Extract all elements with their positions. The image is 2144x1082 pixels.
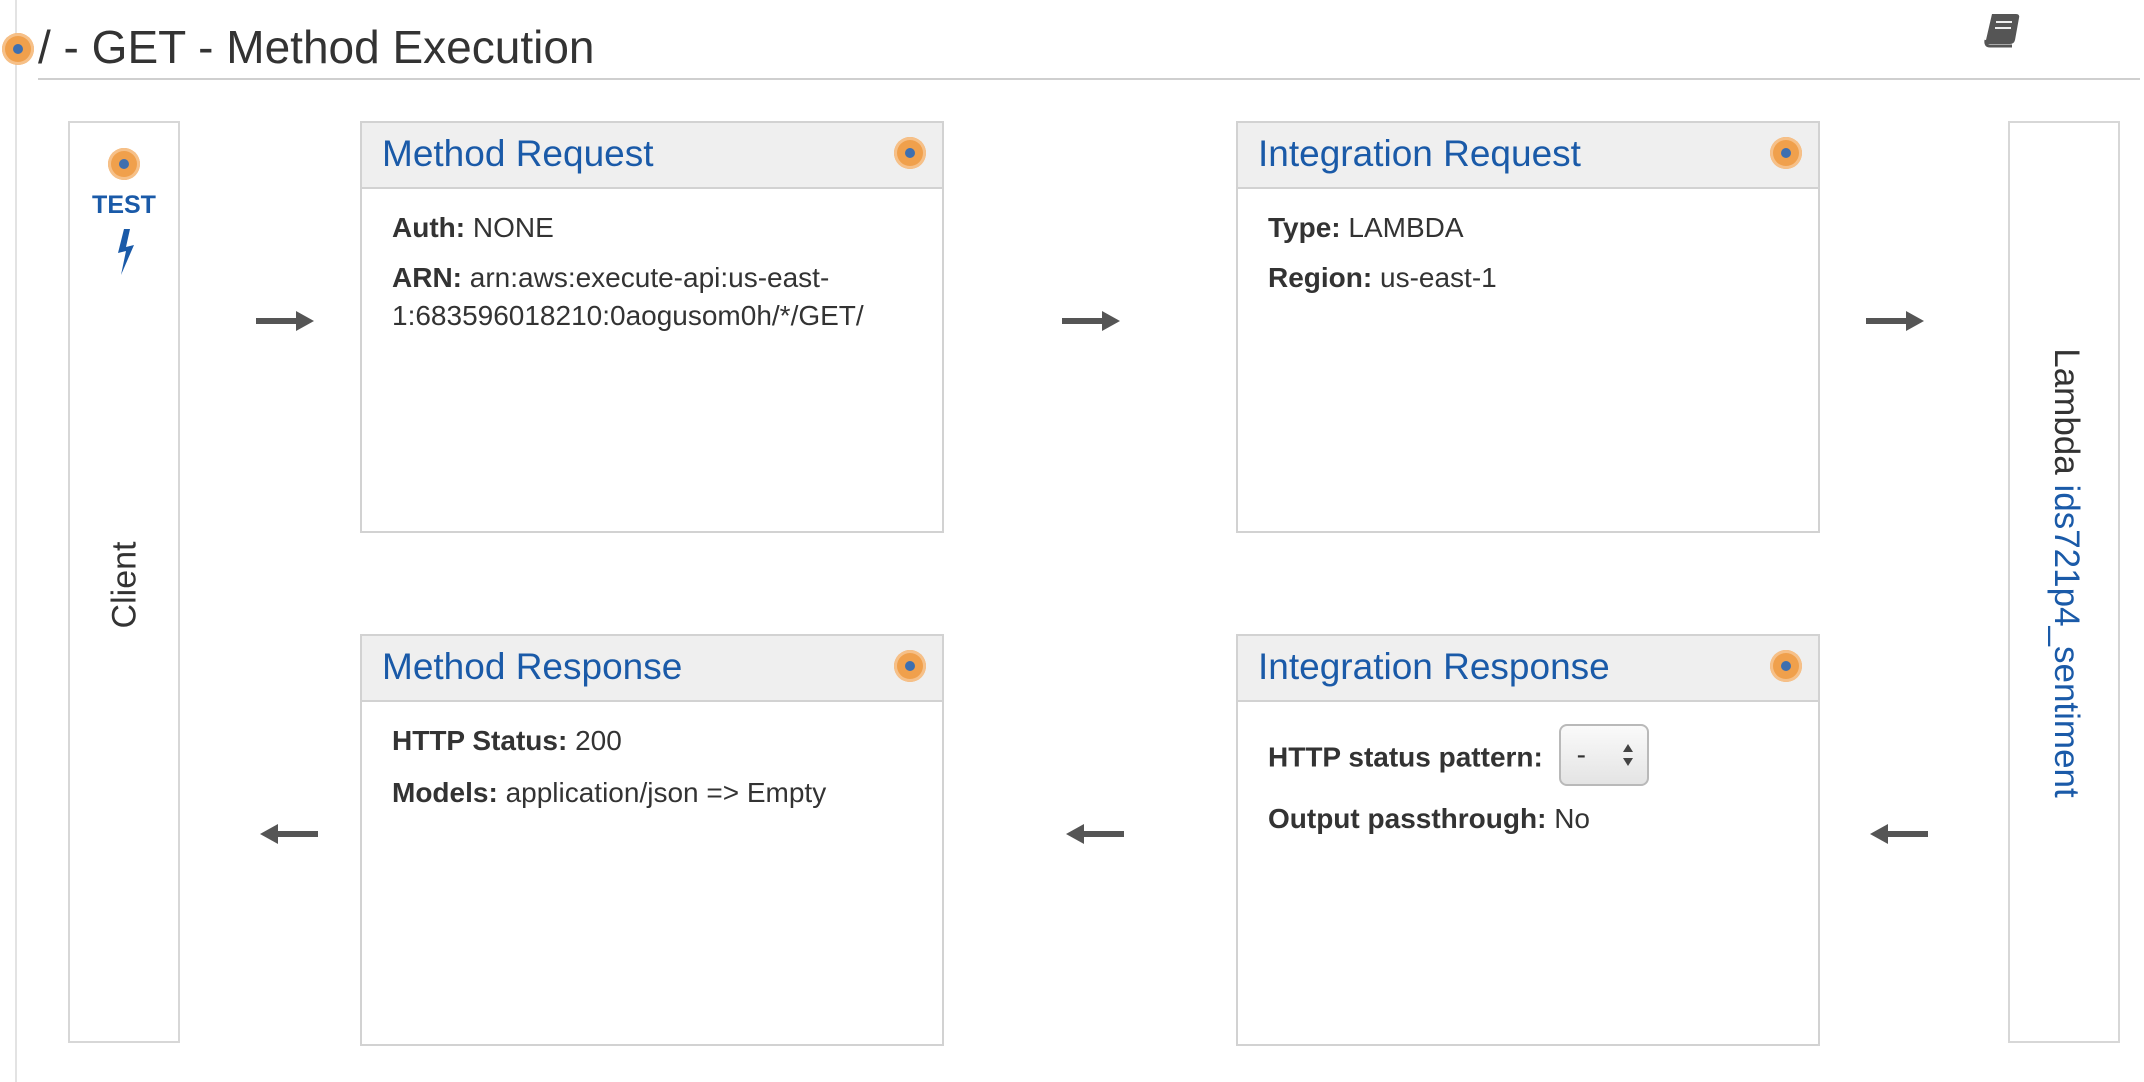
- arrow-right-icon: [1866, 311, 1924, 331]
- region-row: Region: us-east-1: [1268, 259, 1497, 297]
- output-passthrough-value: No: [1554, 803, 1590, 834]
- auth-row: Auth: NONE: [392, 209, 554, 247]
- left-guide-line: [15, 0, 17, 1082]
- type-value: LAMBDA: [1348, 212, 1464, 243]
- arrow-left-icon: [1066, 824, 1124, 844]
- book-icon[interactable]: [1982, 10, 2026, 50]
- models-row: Models: application/json => Empty: [392, 774, 826, 812]
- page-title: / - GET - Method Execution: [38, 21, 595, 73]
- method-response-indicator-icon: [894, 650, 926, 682]
- lambda-function-link[interactable]: ids721p4_sentiment: [2047, 484, 2086, 797]
- status-pattern-select[interactable]: -: [1558, 724, 1649, 786]
- integration-response-link[interactable]: Integration Response: [1258, 646, 1610, 688]
- integration-response-panel: Integration Response HTTP status pattern…: [1236, 634, 1820, 1046]
- type-label: Type:: [1268, 212, 1341, 243]
- models-label: Models:: [392, 777, 498, 808]
- integration-request-link[interactable]: Integration Request: [1258, 133, 1581, 175]
- arrow-left-icon: [260, 824, 318, 844]
- lambda-column: Lambda ids721p4_sentiment: [2008, 121, 2120, 1043]
- type-row: Type: LAMBDA: [1268, 209, 1464, 247]
- arn-label: ARN:: [392, 262, 462, 293]
- integration-response-header: Integration Response: [1238, 636, 1818, 702]
- region-label: Region:: [1268, 262, 1373, 293]
- lambda-label: Lambda ids721p4_sentiment: [2046, 348, 2086, 798]
- integration-request-indicator-icon: [1770, 137, 1802, 169]
- select-updown-icon: [1622, 744, 1633, 766]
- method-request-indicator-icon: [894, 137, 926, 169]
- resource-indicator-icon: [2, 33, 34, 65]
- lightning-bolt-icon[interactable]: [110, 227, 140, 277]
- integration-response-indicator-icon: [1770, 650, 1802, 682]
- auth-value: NONE: [472, 212, 554, 243]
- output-passthrough-row: Output passthrough: No: [1268, 800, 1590, 838]
- title-divider: [38, 78, 2140, 80]
- integration-request-panel: Integration Request Type: LAMBDA Region:…: [1236, 121, 1820, 533]
- http-status-label: HTTP Status:: [392, 725, 568, 756]
- auth-label: Auth:: [392, 212, 466, 243]
- lambda-prefix: Lambda: [2047, 348, 2086, 475]
- method-request-header: Method Request: [362, 123, 942, 189]
- status-pattern-row: HTTP status pattern: -: [1268, 724, 1649, 790]
- method-response-panel: Method Response HTTP Status: 200 Models:…: [360, 634, 944, 1046]
- method-request-panel: Method Request Auth: NONE ARN: arn:aws:e…: [360, 121, 944, 533]
- method-response-link[interactable]: Method Response: [382, 646, 682, 688]
- arrow-right-icon: [256, 311, 314, 331]
- method-request-link[interactable]: Method Request: [382, 133, 654, 175]
- arn-value-line1: arn:aws:execute-api:us-east-: [469, 262, 830, 293]
- client-label: Client: [105, 541, 144, 629]
- client-column: TEST Client: [68, 121, 180, 1043]
- status-pattern-label: HTTP status pattern:: [1268, 741, 1543, 773]
- http-status-value: 200: [575, 725, 622, 756]
- http-status-row: HTTP Status: 200: [392, 722, 622, 760]
- output-passthrough-label: Output passthrough:: [1268, 803, 1547, 834]
- method-response-header: Method Response: [362, 636, 942, 702]
- test-button[interactable]: TEST: [70, 191, 178, 220]
- arn-value-line2: 1:683596018210:0aogusom0h/*/GET/: [392, 300, 864, 331]
- models-value: application/json => Empty: [505, 777, 827, 808]
- arrow-left-icon: [1870, 824, 1928, 844]
- arrow-right-icon: [1062, 311, 1120, 331]
- status-pattern-value: -: [1576, 739, 1586, 770]
- region-value: us-east-1: [1380, 262, 1497, 293]
- arn-row: ARN: arn:aws:execute-api:us-east- 1:6835…: [392, 259, 864, 335]
- integration-request-header: Integration Request: [1238, 123, 1818, 189]
- test-indicator-icon: [108, 148, 140, 180]
